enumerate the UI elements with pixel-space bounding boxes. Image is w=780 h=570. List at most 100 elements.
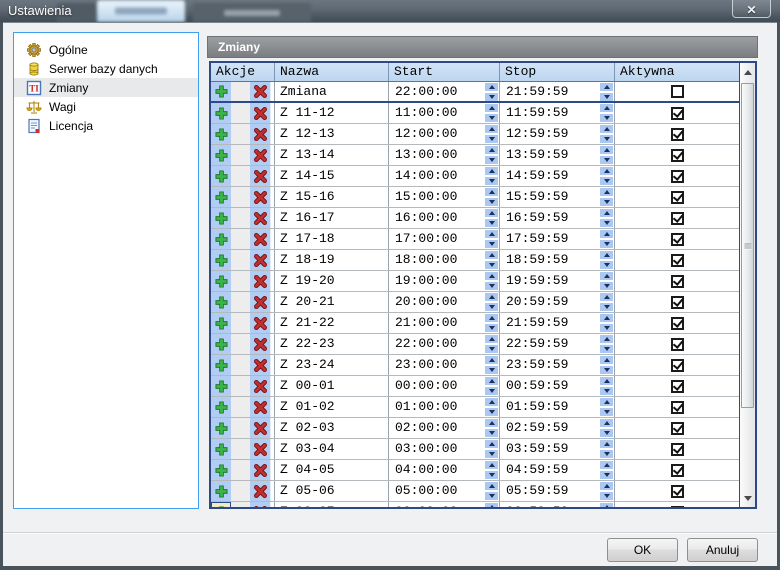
vertical-scrollbar[interactable] <box>739 63 755 507</box>
stop-time-field[interactable]: 05:59:59 <box>500 481 615 501</box>
start-time-spinner[interactable] <box>485 209 498 227</box>
spin-down-icon[interactable] <box>485 282 498 290</box>
name-field[interactable]: Z 17-18 <box>275 229 389 249</box>
stop-time-field[interactable]: 13:59:59 <box>500 145 615 165</box>
name-field[interactable]: Z 21-22 <box>275 313 389 333</box>
stop-time-spinner[interactable] <box>600 188 613 206</box>
name-field[interactable]: Z 15-16 <box>275 187 389 207</box>
spin-up-icon[interactable] <box>600 335 613 343</box>
stop-time-field[interactable]: 16:59:59 <box>500 208 615 228</box>
name-field[interactable]: Z 03-04 <box>275 439 389 459</box>
start-time-field[interactable]: 12:00:00 <box>389 124 500 144</box>
add-row-button[interactable] <box>211 418 232 438</box>
stop-time-spinner[interactable] <box>600 503 613 507</box>
spin-up-icon[interactable] <box>600 167 613 175</box>
name-field[interactable]: Z 05-06 <box>275 481 389 501</box>
name-field[interactable]: Z 02-03 <box>275 418 389 438</box>
stop-time-spinner[interactable] <box>600 209 613 227</box>
stop-time-field[interactable]: 02:59:59 <box>500 418 615 438</box>
spin-up-icon[interactable] <box>485 272 498 280</box>
start-time-spinner[interactable] <box>485 146 498 164</box>
start-time-field[interactable]: 20:00:00 <box>389 292 500 312</box>
active-checkbox[interactable] <box>671 85 684 98</box>
spin-down-icon[interactable] <box>600 324 613 332</box>
spin-up-icon[interactable] <box>485 314 498 322</box>
add-row-button[interactable] <box>211 481 232 501</box>
spin-down-icon[interactable] <box>600 240 613 248</box>
spin-up-icon[interactable] <box>485 251 498 259</box>
spin-down-icon[interactable] <box>485 177 498 185</box>
add-row-button[interactable] <box>211 376 232 396</box>
spin-down-icon[interactable] <box>485 198 498 206</box>
active-checkbox[interactable] <box>671 233 684 246</box>
add-row-button[interactable] <box>211 271 232 291</box>
spin-up-icon[interactable] <box>485 83 498 91</box>
stop-time-spinner[interactable] <box>600 272 613 290</box>
start-time-field[interactable]: 23:00:00 <box>389 355 500 375</box>
delete-row-button[interactable] <box>250 145 271 165</box>
name-field[interactable]: Z 18-19 <box>275 250 389 270</box>
delete-row-button[interactable] <box>250 124 271 144</box>
spin-down-icon[interactable] <box>485 261 498 269</box>
add-row-button[interactable] <box>211 103 232 123</box>
spin-up-icon[interactable] <box>600 146 613 154</box>
stop-time-field[interactable]: 04:59:59 <box>500 460 615 480</box>
stop-time-spinner[interactable] <box>600 125 613 143</box>
delete-row-button[interactable] <box>250 502 271 507</box>
stop-time-spinner[interactable] <box>600 398 613 416</box>
stop-time-spinner[interactable] <box>600 230 613 248</box>
spin-down-icon[interactable] <box>600 219 613 227</box>
spin-down-icon[interactable] <box>485 324 498 332</box>
active-checkbox[interactable] <box>671 359 684 372</box>
start-time-spinner[interactable] <box>485 251 498 269</box>
active-checkbox[interactable] <box>671 149 684 162</box>
active-checkbox[interactable] <box>671 296 684 309</box>
name-field[interactable]: Z 04-05 <box>275 460 389 480</box>
start-time-spinner[interactable] <box>485 188 498 206</box>
spin-up-icon[interactable] <box>600 461 613 469</box>
close-button[interactable]: ✕ <box>732 0 771 18</box>
spin-up-icon[interactable] <box>600 356 613 364</box>
spin-down-icon[interactable] <box>485 114 498 122</box>
stop-time-spinner[interactable] <box>600 335 613 353</box>
start-time-field[interactable]: 18:00:00 <box>389 250 500 270</box>
add-row-button[interactable] <box>211 187 232 207</box>
ok-button[interactable]: OK <box>607 538 678 562</box>
active-checkbox[interactable] <box>671 380 684 393</box>
start-time-spinner[interactable] <box>485 104 498 122</box>
spin-down-icon[interactable] <box>600 387 613 395</box>
add-row-button[interactable] <box>211 229 232 249</box>
stop-time-field[interactable]: 14:59:59 <box>500 166 615 186</box>
delete-row-button[interactable] <box>250 187 271 207</box>
start-time-spinner[interactable] <box>485 335 498 353</box>
delete-row-button[interactable] <box>250 481 271 501</box>
start-time-spinner[interactable] <box>485 125 498 143</box>
spin-down-icon[interactable] <box>600 198 613 206</box>
start-time-field[interactable]: 21:00:00 <box>389 313 500 333</box>
spin-down-icon[interactable] <box>600 450 613 458</box>
spin-down-icon[interactable] <box>485 408 498 416</box>
start-time-spinner[interactable] <box>485 356 498 374</box>
spin-down-icon[interactable] <box>485 387 498 395</box>
spin-up-icon[interactable] <box>600 419 613 427</box>
spin-up-icon[interactable] <box>600 440 613 448</box>
start-time-spinner[interactable] <box>485 503 498 507</box>
spin-up-icon[interactable] <box>485 293 498 301</box>
spin-up-icon[interactable] <box>600 377 613 385</box>
start-time-field[interactable]: 01:00:00 <box>389 397 500 417</box>
active-checkbox[interactable] <box>671 338 684 351</box>
spin-up-icon[interactable] <box>485 104 498 112</box>
delete-row-button[interactable] <box>250 292 271 312</box>
stop-time-spinner[interactable] <box>600 356 613 374</box>
spin-up-icon[interactable] <box>485 503 498 507</box>
stop-time-spinner[interactable] <box>600 377 613 395</box>
spin-up-icon[interactable] <box>485 209 498 217</box>
stop-time-field[interactable]: 03:59:59 <box>500 439 615 459</box>
name-field[interactable]: Zmiana <box>275 82 389 101</box>
start-time-spinner[interactable] <box>485 398 498 416</box>
add-row-button[interactable] <box>211 334 232 354</box>
spin-up-icon[interactable] <box>485 356 498 364</box>
background-tab[interactable] <box>193 3 311 22</box>
start-time-spinner[interactable] <box>485 293 498 311</box>
start-time-spinner[interactable] <box>485 461 498 479</box>
